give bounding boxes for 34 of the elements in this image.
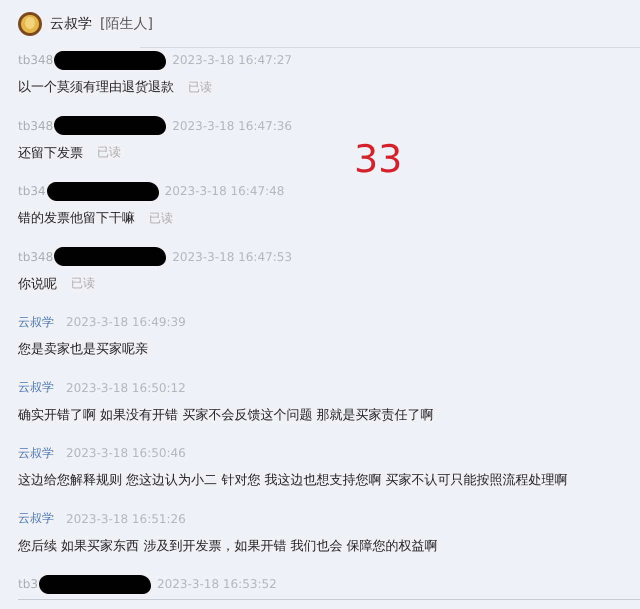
sender-name: 云叔学 <box>18 314 54 330</box>
sender-name: tb348 <box>18 53 54 67</box>
annotation-number: 33 <box>354 137 402 181</box>
message-time: 2023-3-18 16:47:36 <box>172 118 292 132</box>
message-time: 2023-3-18 16:50:12 <box>66 380 186 394</box>
read-status: 已读 <box>149 210 173 226</box>
message-time: 2023-3-18 16:47:53 <box>172 250 292 264</box>
sender-name: tb348 <box>18 250 54 264</box>
message-text: 您是卖家也是买家呢亲 <box>18 341 148 358</box>
message-text: 错的发票他留下干嘛 <box>18 210 135 227</box>
sender-name: tb348 <box>18 118 54 132</box>
contact-tag: [陌生人] <box>100 15 153 33</box>
sender-name: tb3 <box>18 577 38 591</box>
sender-name: 云叔学 <box>18 510 54 527</box>
message-time: 2023-3-18 16:53:52 <box>156 577 277 591</box>
message-text: 以一个莫须有理由退货退款 <box>18 79 174 96</box>
read-status: 已读 <box>71 275 95 292</box>
read-status: 已读 <box>188 78 212 96</box>
sender-name: tb34 <box>18 184 46 198</box>
message-text: 确实开错了啊 如果没有开错 买家不会反馈这个问题 那就是买家责任了啊 <box>18 406 434 424</box>
avatar-icon <box>18 12 42 36</box>
message-time: 2023-3-18 16:50:46 <box>66 446 186 460</box>
sender-name: 云叔学 <box>18 379 54 396</box>
message-time: 2023-3-18 16:47:48 <box>164 184 284 198</box>
message-time: 2023-3-18 16:47:27 <box>172 53 292 67</box>
message-text: 这边给您解释规则 您这边认为小二 针对您 我这边也想支持您啊 买家不认可只能按照流程处理啊 <box>18 472 568 489</box>
contact-name: 云叔学 <box>50 15 92 33</box>
message-time: 2023-3-18 16:51:26 <box>66 512 186 526</box>
message-text: 您后续 如果买家东西 涉及到开发票，如果开错 我们也会 保障您的权益啊 <box>18 538 438 554</box>
sender-name: 云叔学 <box>18 444 54 462</box>
message-time: 2023-3-18 16:49:39 <box>66 315 186 329</box>
message-text: 还留下发票 <box>18 144 83 162</box>
message-text: 你说呢 <box>18 276 57 292</box>
read-status: 已读 <box>97 144 121 161</box>
